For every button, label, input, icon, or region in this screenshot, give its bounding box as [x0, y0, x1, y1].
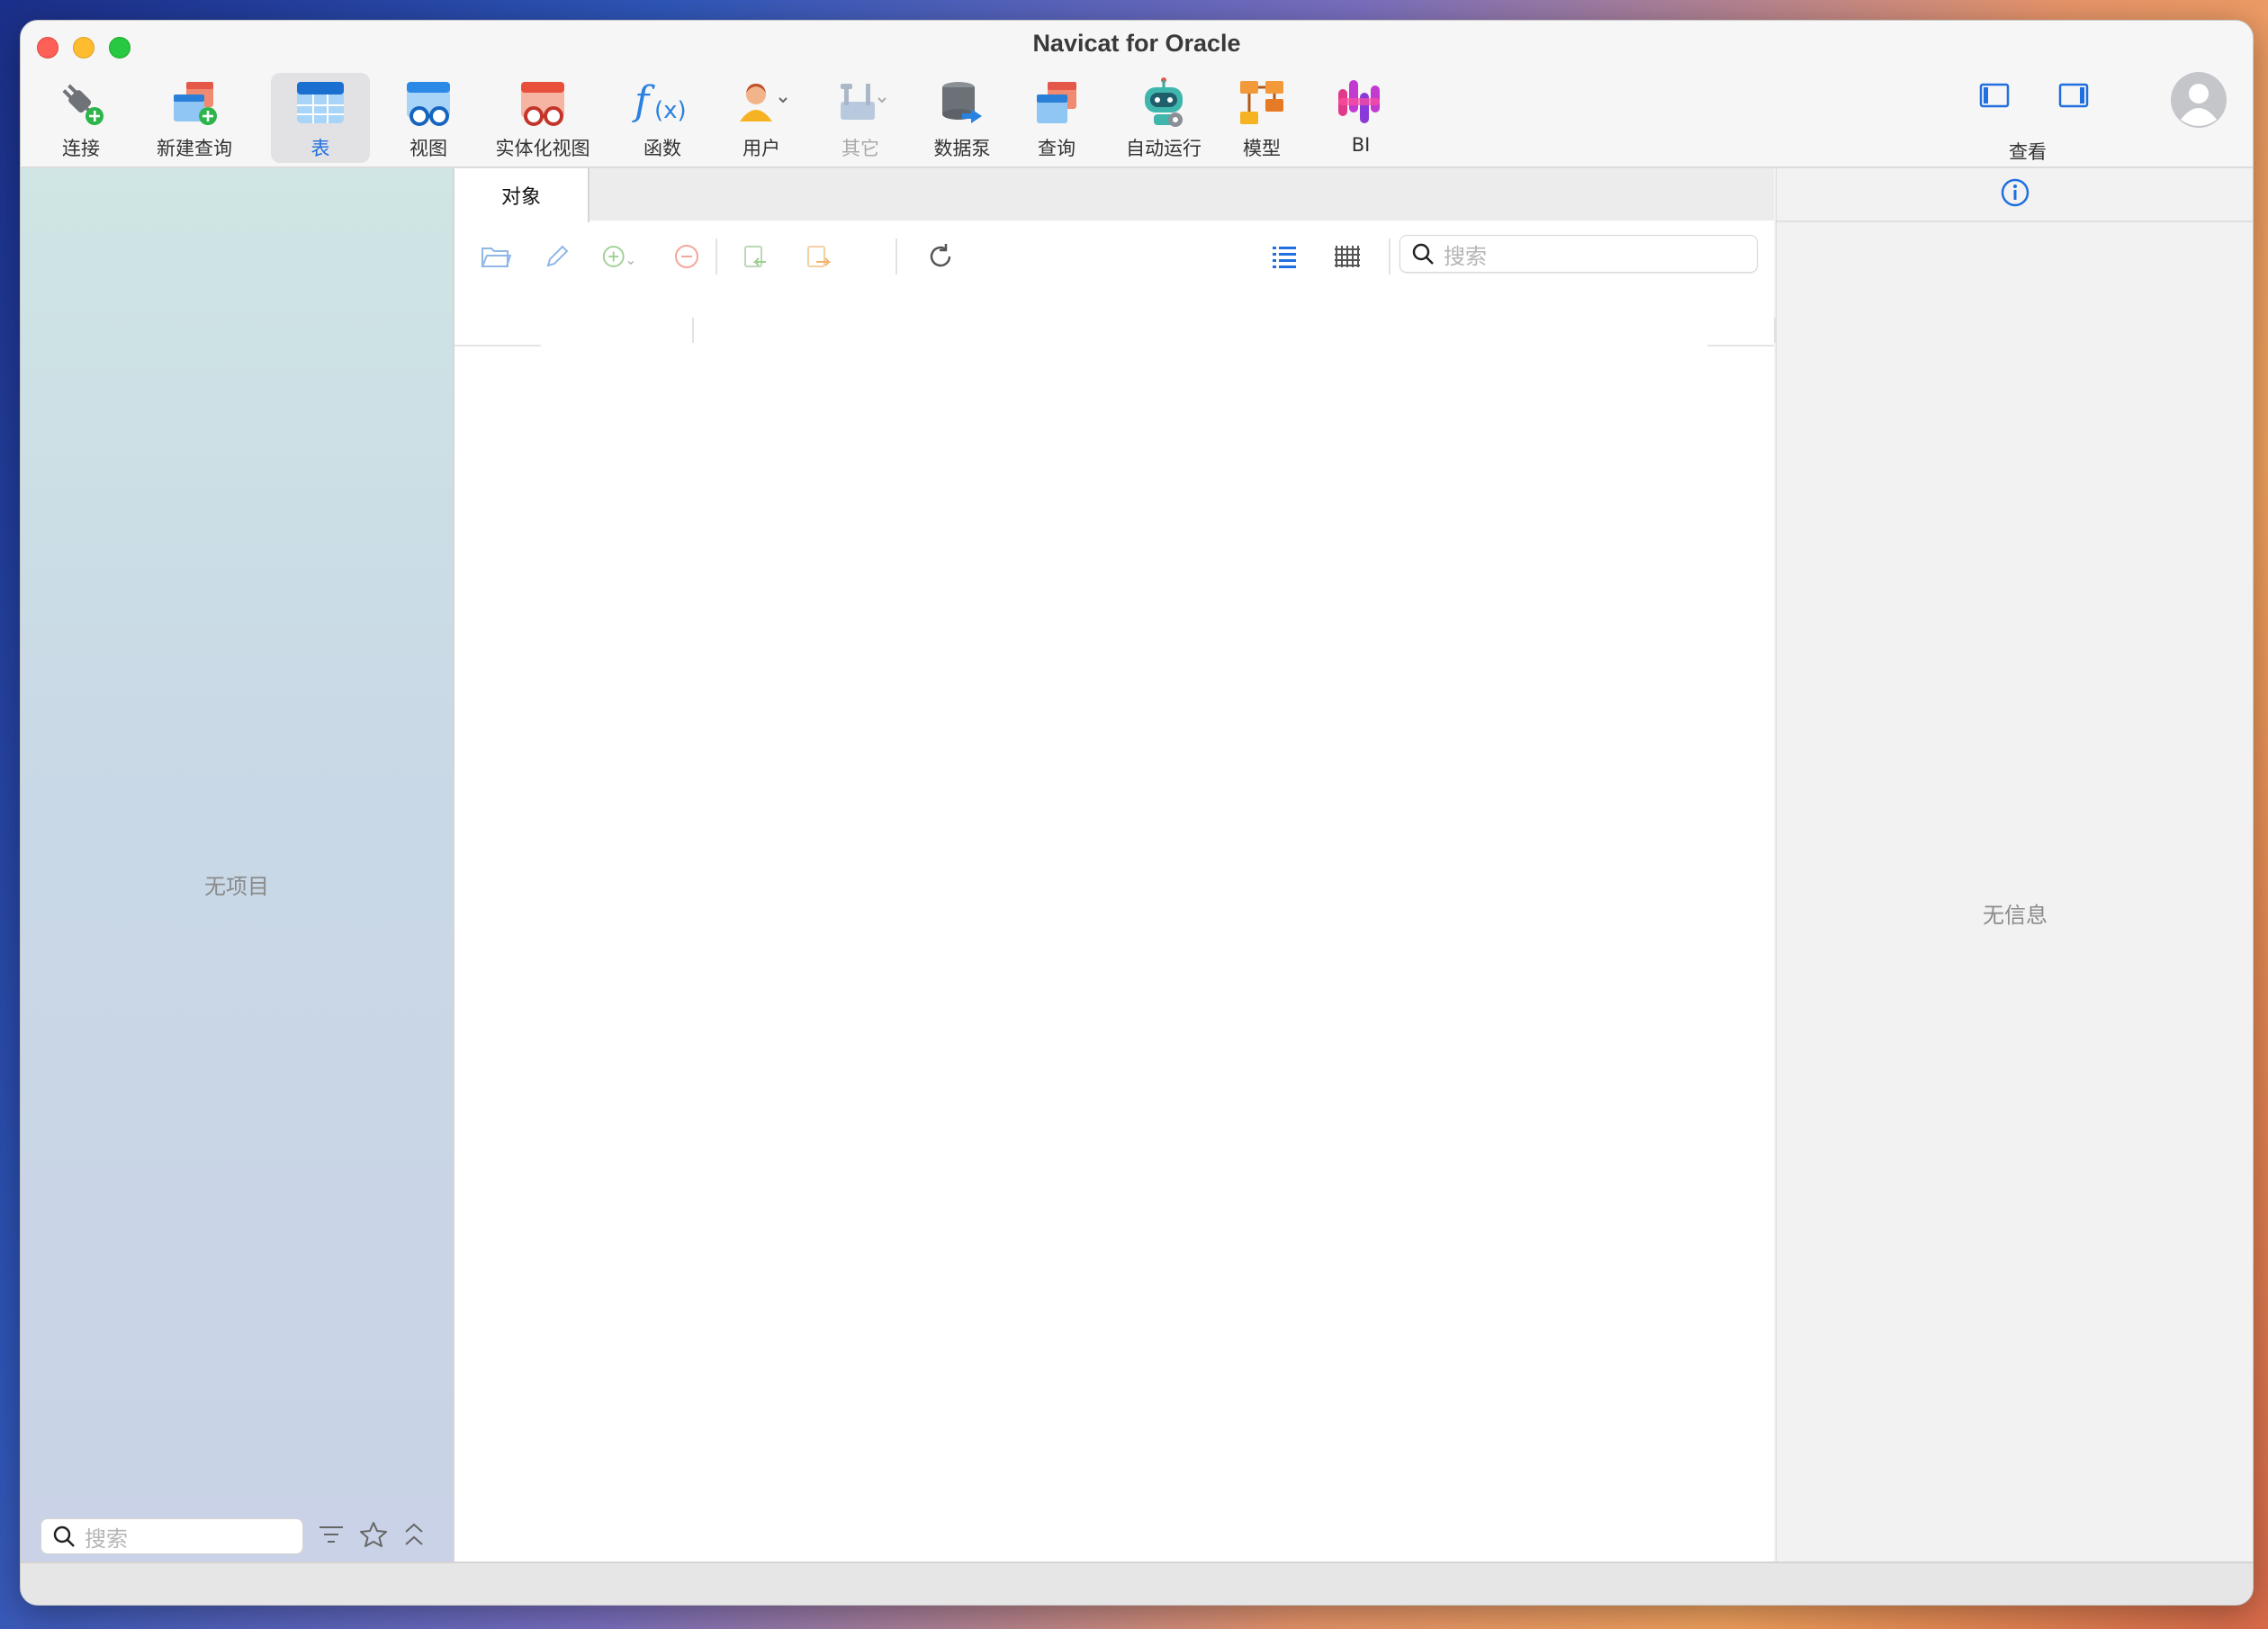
- objects-toolbar: 搜索: [454, 231, 1774, 276]
- views-label: 视图: [410, 138, 447, 159]
- queries-button[interactable]: 查询: [1016, 73, 1097, 163]
- connection-label: 连接: [62, 138, 100, 159]
- materialized-views-button[interactable]: 实体化视图: [480, 73, 606, 163]
- queries-label: 查询: [1038, 138, 1076, 159]
- tools-icon: [820, 73, 901, 132]
- svg-text:(x): (x): [654, 97, 687, 124]
- toggle-right-panel-icon[interactable]: [2058, 82, 2089, 112]
- export-icon[interactable]: [800, 238, 836, 274]
- functions-button[interactable]: f (x) 函数: [622, 73, 703, 163]
- materialized-views-label: 实体化视图: [495, 138, 590, 159]
- automation-button[interactable]: 自动运行: [1110, 73, 1218, 163]
- users-label: 用户: [742, 138, 780, 159]
- info-panel-header: [1777, 168, 2253, 222]
- window-title: Navicat for Oracle: [1032, 30, 1241, 57]
- svg-text:f: f: [632, 78, 655, 124]
- tab-bar: 对象: [454, 168, 1774, 222]
- user-icon: [721, 73, 802, 132]
- open-folder-icon[interactable]: [478, 238, 514, 274]
- toggle-left-panel-icon[interactable]: [1979, 82, 2010, 112]
- refresh-icon[interactable]: [922, 238, 958, 274]
- function-icon: f (x): [622, 73, 703, 132]
- sidebar-search-input[interactable]: 搜索: [40, 1518, 303, 1554]
- model-icon: [1221, 73, 1302, 132]
- materialized-view-icon: [480, 73, 606, 132]
- functions-label: 函数: [644, 138, 681, 159]
- column-header: [454, 314, 1776, 346]
- search-icon: [1412, 243, 1434, 265]
- add-icon[interactable]: [602, 238, 638, 274]
- connection-button[interactable]: 连接: [40, 73, 122, 163]
- info-icon[interactable]: [2000, 177, 2030, 212]
- objects-search-input[interactable]: 搜索: [1400, 235, 1758, 273]
- star-icon[interactable]: [359, 1521, 388, 1552]
- app-window: Navicat for Oracle 连接 新建查询 表 视图 实体化视图 f …: [20, 20, 2254, 1606]
- views-button[interactable]: 视图: [388, 73, 469, 163]
- others-button[interactable]: 其它: [820, 73, 901, 163]
- grid-view-icon[interactable]: [1329, 238, 1365, 274]
- objects-pane: 对象 搜索: [454, 168, 1776, 1562]
- models-button[interactable]: 模型: [1221, 73, 1302, 163]
- view-glasses-icon: [388, 73, 469, 132]
- new-query-icon: [136, 73, 253, 132]
- others-label: 其它: [842, 138, 879, 159]
- new-query-button[interactable]: 新建查询: [136, 73, 253, 163]
- sidebar-search-placeholder: 搜索: [85, 1526, 128, 1552]
- automation-label: 自动运行: [1126, 138, 1202, 159]
- data-pump-label: 数据泵: [933, 138, 991, 159]
- bi-chart-icon: [1320, 73, 1401, 132]
- new-query-label: 新建查询: [157, 138, 232, 159]
- view-label: 查看: [2009, 141, 2047, 163]
- list-view-icon[interactable]: [1266, 238, 1302, 274]
- bi-label: BI: [1351, 134, 1371, 156]
- models-label: 模型: [1243, 138, 1281, 159]
- objects-search-placeholder: 搜索: [1444, 243, 1487, 269]
- avatar[interactable]: [2170, 71, 2228, 132]
- status-bar: [21, 1562, 2253, 1605]
- info-panel: 无信息: [1776, 168, 2253, 1562]
- toolbar: Navicat for Oracle 连接 新建查询 表 视图 实体化视图 f …: [21, 21, 2253, 168]
- search-icon: [53, 1526, 75, 1547]
- sidebar-empty-message: 无项目: [204, 874, 269, 899]
- query-icon: [1016, 73, 1097, 132]
- import-icon[interactable]: [737, 238, 773, 274]
- filter-icon[interactable]: [318, 1523, 345, 1550]
- edit-pencil-icon[interactable]: [539, 238, 575, 274]
- users-button[interactable]: 用户: [721, 73, 802, 163]
- delete-icon[interactable]: [669, 238, 705, 274]
- tables-label: 表: [310, 138, 330, 159]
- robot-icon: [1110, 73, 1218, 132]
- data-pump-icon: [917, 73, 1007, 132]
- info-empty-message: 无信息: [1983, 903, 2048, 928]
- collapse-icon[interactable]: [402, 1521, 426, 1552]
- tab-objects-label: 对象: [500, 186, 541, 209]
- bi-button[interactable]: BI: [1320, 73, 1401, 163]
- tables-button[interactable]: 表: [271, 73, 370, 163]
- connections-sidebar: 无项目 搜索: [21, 168, 454, 1562]
- plug-icon: [40, 73, 122, 132]
- view-controls: 查看: [1956, 75, 2100, 165]
- data-pump-button[interactable]: 数据泵: [917, 73, 1007, 163]
- table-icon: [271, 73, 370, 132]
- tab-objects[interactable]: 对象: [454, 168, 590, 222]
